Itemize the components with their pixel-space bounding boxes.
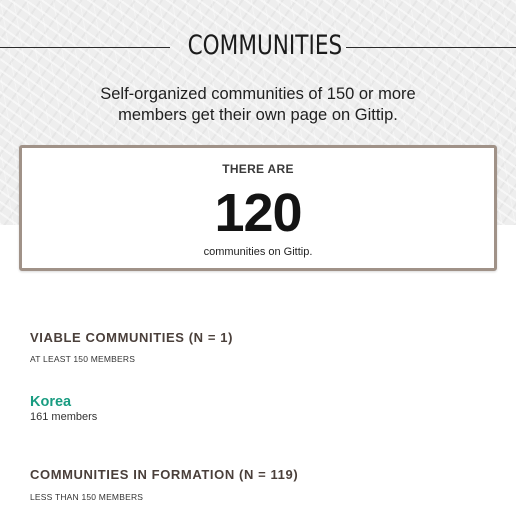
community-link-korea[interactable]: Korea <box>30 394 71 410</box>
count-caption: communities on Gittip. <box>203 246 313 258</box>
heading-row: COMMUNITIES <box>0 26 516 66</box>
forming-section-subtitle: LESS THAN 150 MEMBERS <box>30 492 144 502</box>
heading-rule-left <box>0 47 170 48</box>
viable-section-title: VIABLE COMMUNITIES (N = 1) <box>30 330 234 345</box>
count-kicker: THERE ARE <box>222 162 294 176</box>
heading-rule-right <box>346 47 516 48</box>
forming-section-title: COMMUNITIES IN FORMATION (N = 119) <box>30 467 299 482</box>
community-count: 120 <box>214 183 302 243</box>
community-count-box: THERE ARE 120 communities on Gittip. <box>19 145 497 271</box>
viable-section-subtitle: AT LEAST 150 MEMBERS <box>30 354 136 364</box>
lead-text: Self-organized communities of 150 or mor… <box>100 85 416 124</box>
communities-page: COMMUNITIES Self-organized communities o… <box>0 0 516 511</box>
community-member-count: 161 members <box>30 411 98 423</box>
page-title: COMMUNITIES <box>187 30 343 61</box>
